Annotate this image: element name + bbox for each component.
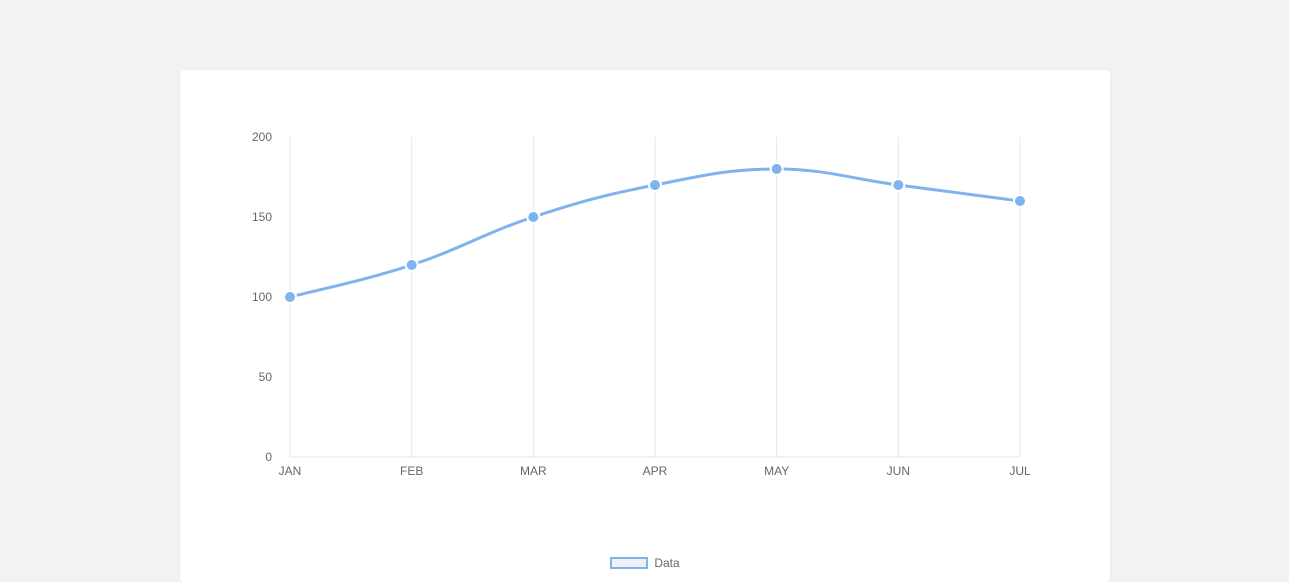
y-tick-label: 150 <box>252 210 272 224</box>
x-tick-label: JAN <box>279 464 302 478</box>
y-tick-label: 50 <box>259 370 273 384</box>
y-tick-label: 0 <box>265 450 272 464</box>
x-tick-label: JUL <box>1009 464 1031 478</box>
x-tick-label: FEB <box>400 464 423 478</box>
y-tick-label: 100 <box>252 290 272 304</box>
data-point[interactable] <box>1014 195 1026 207</box>
y-tick-label: 200 <box>252 130 272 144</box>
x-tick-label: APR <box>643 464 668 478</box>
data-point[interactable] <box>649 179 661 191</box>
chart-card: JAN FEB MAR APR MAY JUN JUL 0 50 100 150 200 Data <box>180 70 1110 582</box>
data-point[interactable] <box>771 163 783 175</box>
data-point[interactable] <box>406 259 418 271</box>
x-tick-label: MAY <box>764 464 789 478</box>
x-tick-label: MAR <box>520 464 547 478</box>
legend-swatch <box>610 557 648 569</box>
data-point[interactable] <box>527 211 539 223</box>
chart-legend: Data <box>180 556 1110 570</box>
legend-label: Data <box>654 556 679 570</box>
x-tick-label: JUN <box>887 464 910 478</box>
data-point[interactable] <box>284 291 296 303</box>
chart-plot-area: JANFEBMARAPRMAYJUNJUL050100150200 <box>280 127 1030 477</box>
data-point[interactable] <box>892 179 904 191</box>
line-chart: JANFEBMARAPRMAYJUNJUL050100150200 <box>280 127 1030 477</box>
